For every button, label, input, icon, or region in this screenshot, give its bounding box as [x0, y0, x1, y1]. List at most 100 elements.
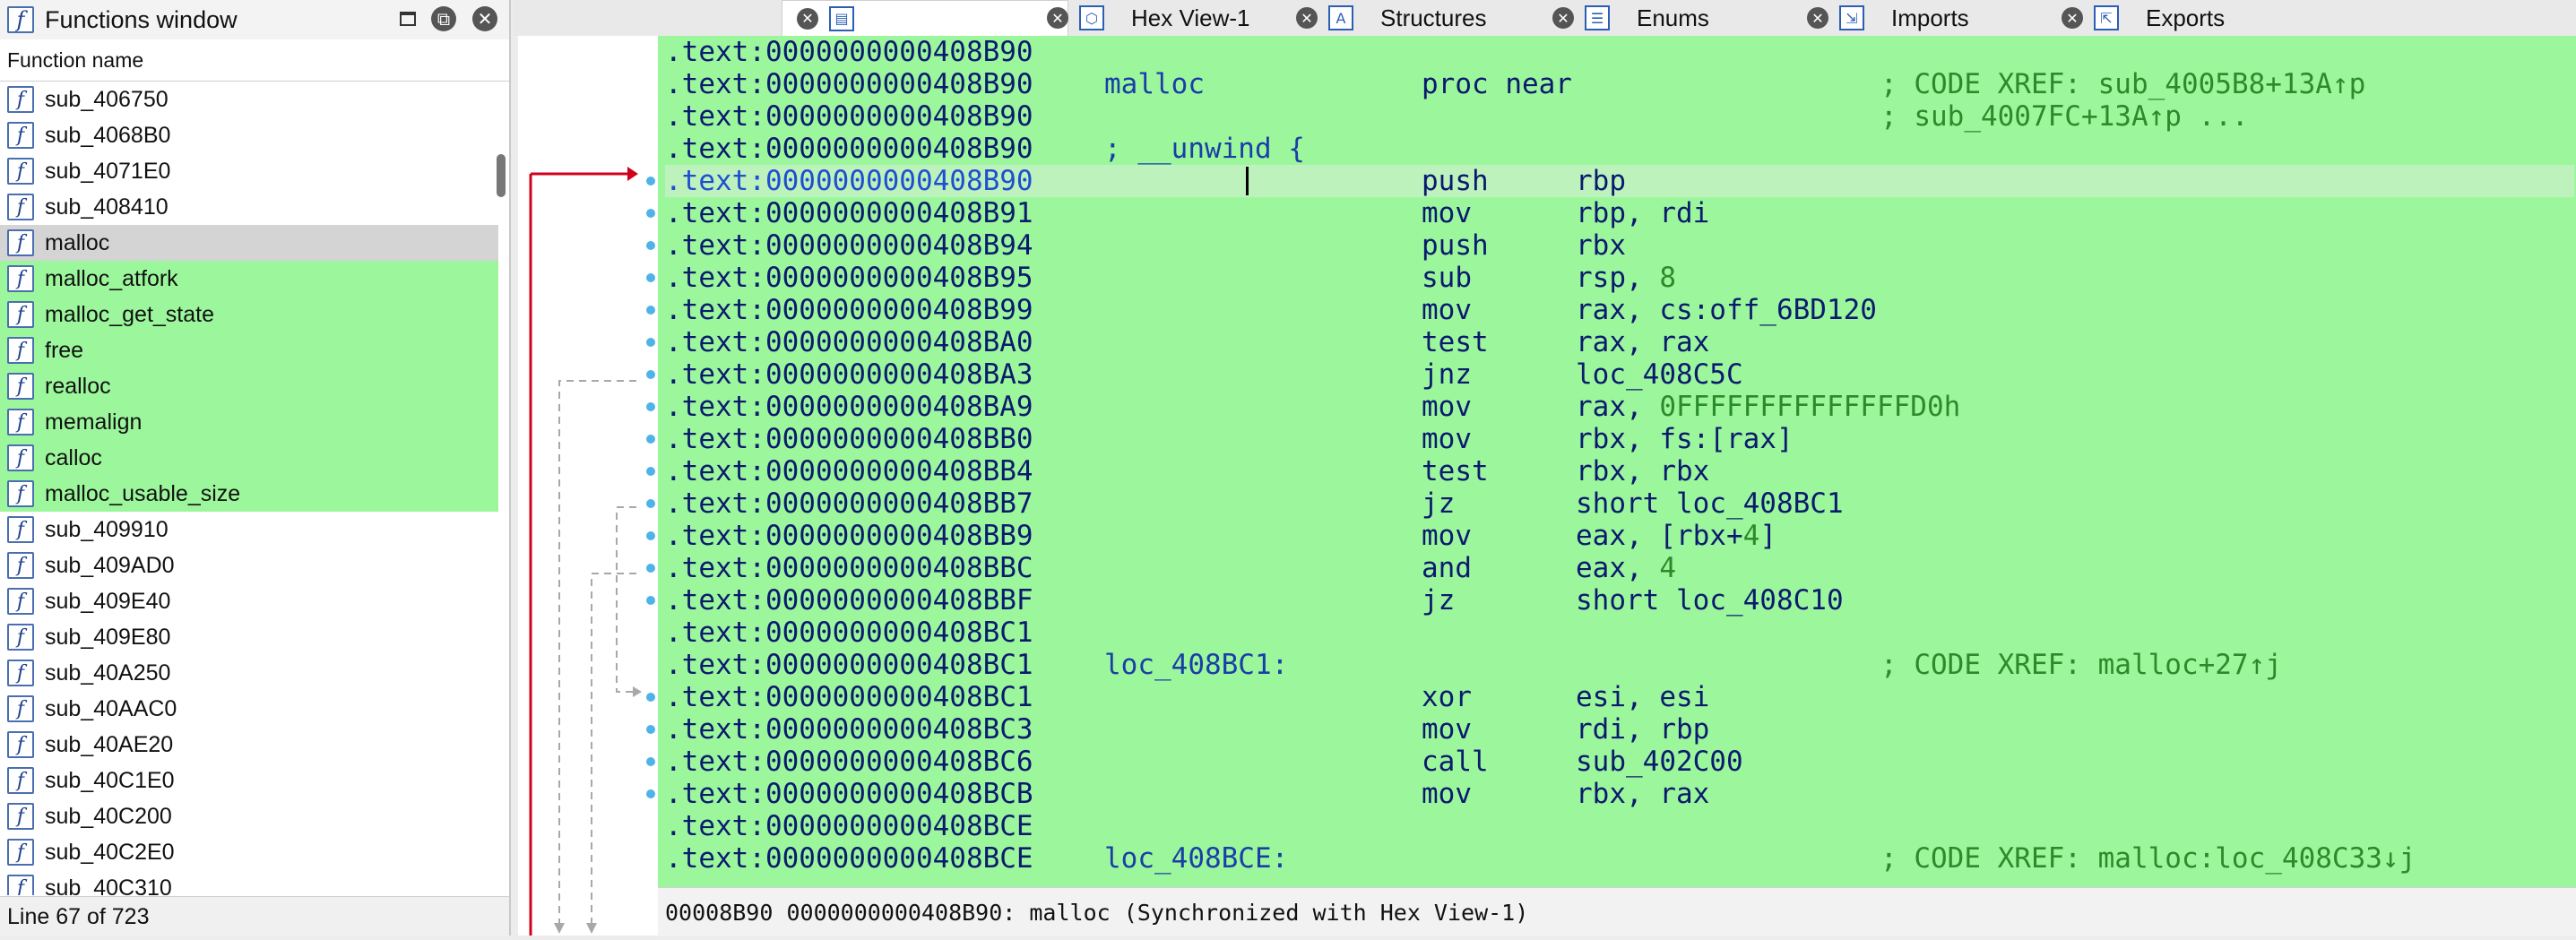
xref-comment[interactable]: ; CODE XREF: sub_4005B8+13A↑p	[1880, 68, 2365, 100]
tab-ida-view[interactable]: ✕ ▤	[782, 0, 1068, 36]
disasm-line[interactable]: .text:0000000000408BBC and eax, 4	[665, 552, 2574, 584]
disasm-line[interactable]: .text:0000000000408BC1 loc_408BC1: ; CODE …	[665, 649, 2574, 681]
function-list-item[interactable]: f sub_409AD0	[0, 548, 498, 583]
disasm-line[interactable]: .text:0000000000408BB0 mov rbx, fs:[rax]	[665, 423, 2574, 455]
operands[interactable]: rbx	[1576, 229, 1626, 262]
disasm-line[interactable]: .text:0000000000408B90 malloc proc near ; C…	[665, 68, 2574, 100]
close-tab-icon[interactable]: ✕	[1807, 7, 1828, 29]
operands[interactable]: short loc_408C10	[1576, 584, 1844, 617]
instruction-dot[interactable]	[646, 273, 655, 282]
disasm-line[interactable]: .text:0000000000408B90 ; sub_4007FC+13A↑p…	[665, 100, 2574, 133]
operands[interactable]: rbx, rax	[1576, 778, 1709, 810]
instruction-dot[interactable]	[646, 467, 655, 476]
function-list-item[interactable]: f sub_40C200	[0, 798, 498, 834]
close-tab-icon[interactable]: ✕	[1552, 7, 1574, 29]
float-button[interactable]: ⧉	[430, 5, 457, 32]
disasm-line[interactable]: .text:0000000000408BA3 jnz loc_408C5C	[665, 358, 2574, 391]
instruction-dot[interactable]	[646, 435, 655, 444]
tab-hex-view[interactable]: ✕ ⬡ Hex View-1	[1047, 0, 1249, 36]
function-list-item[interactable]: f malloc_get_state	[0, 297, 498, 332]
function-list-item[interactable]: f sub_4068B0	[0, 117, 498, 153]
instruction-dot[interactable]	[646, 338, 655, 347]
label-name[interactable]: loc_408BC1:	[1104, 649, 1288, 681]
operands[interactable]: loc_408C5C	[1576, 358, 1743, 391]
xref-comment[interactable]: ; sub_4007FC+13A↑p ...	[1880, 100, 2249, 133]
operands[interactable]: eax, [rbx+4]	[1576, 520, 1776, 552]
disasm-line[interactable]: .text:0000000000408BA0 test rax, rax	[665, 326, 2574, 358]
operands[interactable]: rbp, rdi	[1576, 197, 1709, 229]
function-list-item[interactable]: f calloc	[0, 440, 498, 476]
disasm-line[interactable]: .text:0000000000408B99 mov rax, cs:off_6BD…	[665, 294, 2574, 326]
label-name[interactable]: loc_408BCE:	[1104, 842, 1288, 875]
function-list-item[interactable]: f sub_40C2E0	[0, 834, 498, 870]
disasm-line[interactable]: .text:0000000000408B90	[665, 36, 2574, 68]
close-button[interactable]: ✕	[471, 5, 498, 32]
function-list-item[interactable]: f sub_4071E0	[0, 153, 498, 189]
instruction-dot[interactable]	[646, 370, 655, 379]
disasm-line[interactable]: .text:0000000000408B94 push rbx	[665, 229, 2574, 262]
disasm-line[interactable]: .text:0000000000408B91 mov rbp, rdi	[665, 197, 2574, 229]
operands[interactable]: rsp, 8	[1576, 262, 1676, 294]
disasm-line[interactable]: .text:0000000000408B95 sub rsp, 8	[665, 262, 2574, 294]
label-name[interactable]: ; __unwind {	[1104, 133, 1305, 165]
operands[interactable]: rbx, rbx	[1576, 455, 1709, 487]
function-list-item[interactable]: f sub_406750	[0, 82, 498, 117]
function-list-item[interactable]: f sub_40AAC0	[0, 691, 498, 727]
disasm-line[interactable]: .text:0000000000408BCB mov rbx, rax	[665, 778, 2574, 810]
operands[interactable]: eax, 4	[1576, 552, 1676, 584]
instruction-dot[interactable]	[646, 306, 655, 315]
xref-comment[interactable]: ; CODE XREF: malloc:loc_408C33↓j	[1880, 842, 2416, 875]
instruction-dot[interactable]	[646, 531, 655, 540]
tab-imports[interactable]: ✕ ⇲ Imports	[1807, 0, 1969, 36]
function-list-item[interactable]: f sub_409E40	[0, 583, 498, 619]
function-list-item[interactable]: f sub_40A250	[0, 655, 498, 691]
disasm-line[interactable]: .text:0000000000408BCE loc_408BCE: ; CODE …	[665, 842, 2574, 875]
instruction-dot[interactable]	[646, 757, 655, 766]
instruction-dot[interactable]	[646, 402, 655, 411]
function-list-item[interactable]: f malloc_atfork	[0, 261, 498, 297]
function-list-item[interactable]: f malloc_usable_size	[0, 476, 498, 512]
disasm-line[interactable]: .text:0000000000408B90 push rbp	[665, 165, 2574, 197]
disasm-line[interactable]: .text:0000000000408BC3 mov rdi, rbp	[665, 713, 2574, 746]
operands[interactable]: sub_402C00	[1576, 746, 1743, 778]
instruction-dot[interactable]	[646, 693, 655, 702]
instruction-dot[interactable]	[646, 725, 655, 734]
tab-exports[interactable]: ✕ ⇱ Exports	[2062, 0, 2225, 36]
close-tab-icon[interactable]: ✕	[1296, 7, 1318, 29]
functions-window-titlebar[interactable]: f Functions window ⧉ ✕	[0, 0, 509, 40]
tab-structures[interactable]: ✕ A Structures	[1296, 0, 1487, 36]
function-list-item[interactable]: f sub_409E80	[0, 619, 498, 655]
function-list-item[interactable]: f memalign	[0, 404, 498, 440]
function-list-item[interactable]: f sub_40C310	[0, 870, 498, 895]
disasm-line[interactable]: .text:0000000000408BBF jz short loc_408C10	[665, 584, 2574, 617]
close-tab-icon[interactable]: ✕	[1047, 7, 1068, 29]
disassembly-view[interactable]: .text:0000000000408B90 .text:000000000040…	[658, 36, 2576, 887]
disasm-line[interactable]: .text:0000000000408BC1 xor esi, esi	[665, 681, 2574, 713]
disasm-line[interactable]: .text:0000000000408BB4 test rbx, rbx	[665, 455, 2574, 487]
operands[interactable]: rax, rax	[1576, 326, 1709, 358]
operands[interactable]: rax, 0FFFFFFFFFFFFFFD0h	[1576, 391, 1960, 423]
tab-enums[interactable]: ✕ ☰ Enums	[1552, 0, 1709, 36]
disasm-line[interactable]: .text:0000000000408B90 ; __unwind {	[665, 133, 2574, 165]
function-list-item[interactable]: f sub_408410	[0, 189, 498, 225]
function-list-item[interactable]: f sub_409910	[0, 512, 498, 548]
function-list-item[interactable]: f free	[0, 332, 498, 368]
function-list-item[interactable]: f sub_40AE20	[0, 727, 498, 763]
function-name-column-header[interactable]: Function name	[0, 39, 509, 82]
instruction-dot[interactable]	[646, 177, 655, 185]
instruction-dot[interactable]	[646, 789, 655, 798]
instruction-dot[interactable]	[646, 499, 655, 508]
disasm-line[interactable]: .text:0000000000408BA9 mov rax, 0FFFFFFFFF…	[665, 391, 2574, 423]
instruction-dot[interactable]	[646, 564, 655, 573]
function-list-item[interactable]: f malloc	[0, 225, 498, 261]
function-list-item[interactable]: f realloc	[0, 368, 498, 404]
label-name[interactable]: malloc	[1104, 68, 1205, 100]
close-tab-icon[interactable]: ✕	[797, 7, 818, 30]
operands[interactable]: short loc_408BC1	[1576, 487, 1844, 520]
disasm-line[interactable]: .text:0000000000408BB9 mov eax, [rbx+4]	[665, 520, 2574, 552]
disasm-line[interactable]: .text:0000000000408BC6 call sub_402C00	[665, 746, 2574, 778]
operands[interactable]: rbp	[1576, 165, 1626, 197]
function-list[interactable]: f sub_406750 f sub_4068B0 f sub_4071E0 f sub_40…	[0, 82, 498, 895]
operands[interactable]: rbx, fs:[rax]	[1576, 423, 1794, 455]
function-list-item[interactable]: f sub_40C1E0	[0, 763, 498, 798]
